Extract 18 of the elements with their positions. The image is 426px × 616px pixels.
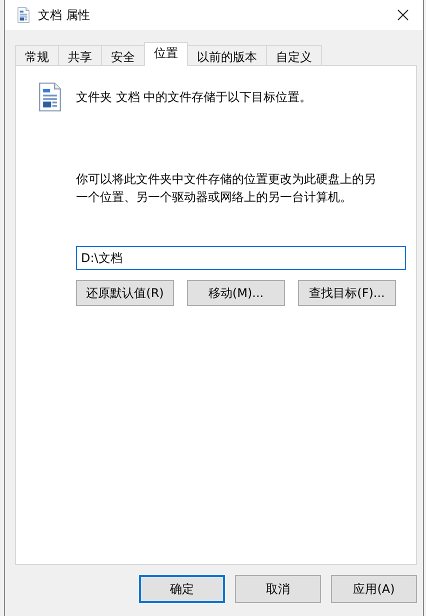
close-icon	[397, 9, 409, 21]
tab[interactable]: 安全	[101, 45, 145, 66]
dialog-button[interactable]: 应用(A)	[331, 575, 417, 603]
description-text: 你可以将此文件夹中文件存储的位置更改为此硬盘上的另一个位置、另一个驱动器或网络上的另一台计算机。	[76, 171, 376, 206]
action-button[interactable]: 还原默认值(R)	[76, 280, 174, 306]
tab[interactable]: 常规	[15, 45, 59, 66]
document-icon	[17, 7, 30, 23]
path-field[interactable]: D:\文档	[76, 246, 406, 270]
dialog-button[interactable]: 取消	[235, 575, 321, 603]
window-title: 文档 属性	[38, 6, 91, 24]
tab[interactable]: 位置	[144, 42, 188, 66]
location-info: 文件夹 文档 中的文件存储于以下目标位置。	[76, 88, 312, 106]
action-button[interactable]: 移动(M)...	[187, 280, 285, 306]
document-icon	[38, 82, 62, 112]
dialog-button[interactable]: 确定	[139, 575, 225, 603]
action-button[interactable]: 查找目标(F)...	[298, 280, 396, 306]
tab[interactable]: 共享	[58, 45, 102, 66]
tab[interactable]: 自定义	[266, 45, 322, 66]
